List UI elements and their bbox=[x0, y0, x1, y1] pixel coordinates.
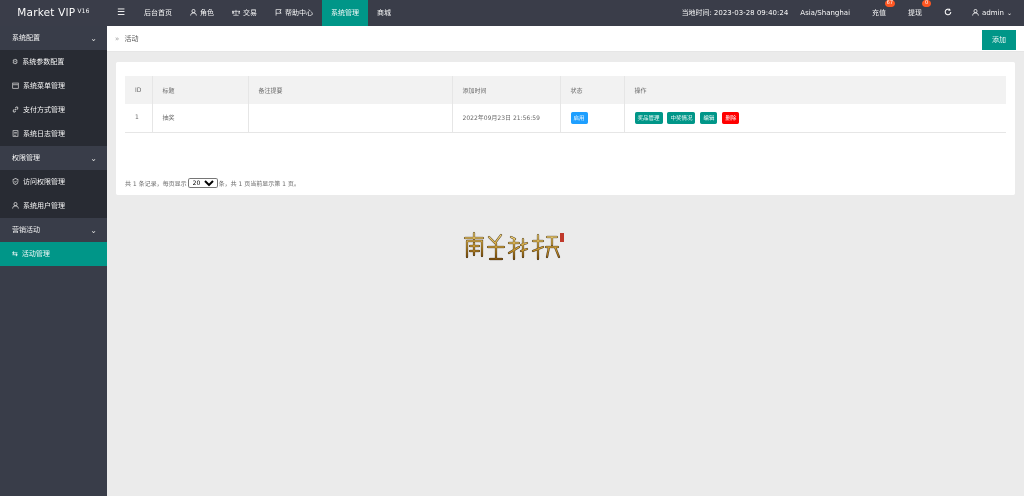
recharge-link[interactable]: 充值 67 bbox=[872, 0, 896, 18]
table-card: ID 标题 备注提要 添加时间 状态 操作 1 抽奖 2022年09月23日 2… bbox=[116, 62, 1015, 195]
column-header-remark[interactable]: 备注提要 bbox=[248, 76, 453, 104]
pager-suffix: 条，共 1 页当前显示第 1 页。 bbox=[218, 180, 300, 188]
time-label: 当地时间: bbox=[681, 9, 712, 17]
scale-icon bbox=[231, 9, 242, 18]
log-icon bbox=[12, 129, 19, 139]
cell-id: 1 bbox=[125, 104, 153, 133]
sidebar-item-log[interactable]: 系统日志管理 bbox=[0, 122, 107, 146]
per-page-select[interactable]: 20 bbox=[187, 178, 218, 188]
timezone: Asia/Shanghai bbox=[800, 9, 851, 17]
top-bar: Market VIP V16 ☰ 后台首页 角色 交易 帮助中心 系统管理 商城… bbox=[0, 0, 1024, 26]
calendar-icon bbox=[12, 82, 19, 91]
winning-records-button[interactable]: 中奖情况 bbox=[667, 111, 696, 124]
sidebar-item-activity[interactable]: ⇆ 活动管理 bbox=[0, 242, 107, 266]
breadcrumb: » 活动 bbox=[115, 34, 139, 44]
swap-icon: ⇆ bbox=[12, 250, 18, 258]
cell-title: 抽奖 bbox=[152, 104, 249, 133]
sidebar-item-label: 系统参数配置 bbox=[22, 58, 65, 66]
user-icon bbox=[12, 201, 19, 211]
page-header: » 活动 添加 bbox=[107, 26, 1024, 52]
chevron-down-icon: ⌄ bbox=[1006, 9, 1012, 17]
nav-system[interactable]: 系统管理 bbox=[322, 0, 368, 26]
nav-dashboard[interactable]: 后台首页 bbox=[135, 0, 181, 26]
sidebar-group-permission[interactable]: 权限管理 ⌄ bbox=[0, 146, 107, 170]
nav-help[interactable]: 帮助中心 bbox=[266, 0, 322, 26]
sidebar-item-users[interactable]: 系统用户管理 bbox=[0, 194, 107, 218]
column-header-time[interactable]: 添加时间 bbox=[452, 76, 561, 104]
sidebar-item-menu-manage[interactable]: 系统菜单管理 bbox=[0, 74, 107, 98]
withdraw-badge: 0 bbox=[922, 0, 932, 7]
chevron-down-icon: ⌄ bbox=[90, 225, 97, 235]
sidebar-group-label: 系统配置 bbox=[12, 34, 40, 42]
link-icon bbox=[12, 106, 19, 115]
top-right: 当地时间: 2023-03-28 09:40:24 Asia/Shanghai … bbox=[682, 0, 1024, 26]
nav-label: 角色 bbox=[200, 9, 214, 17]
sidebar-group-marketing[interactable]: 营销活动 ⌄ bbox=[0, 218, 107, 242]
recharge-badge: 67 bbox=[884, 0, 896, 7]
sidebar-item-access[interactable]: 访问权限管理 bbox=[0, 170, 107, 194]
recharge-label: 充值 bbox=[872, 9, 887, 17]
sidebar-item-label: 支付方式管理 bbox=[23, 106, 65, 114]
sidebar-item-label: 访问权限管理 bbox=[23, 178, 65, 186]
chevron-down-icon: ⌄ bbox=[90, 33, 97, 43]
sidebar-item-payment[interactable]: 支付方式管理 bbox=[0, 98, 107, 122]
table-header-row: ID 标题 备注提要 添加时间 状态 操作 bbox=[125, 76, 1006, 104]
column-header-status[interactable]: 状态 bbox=[560, 76, 625, 104]
nav-label: 商城 bbox=[377, 9, 391, 17]
status-toggle-button[interactable]: 启用 bbox=[570, 111, 588, 124]
breadcrumb-current: 活动 bbox=[124, 34, 139, 43]
sidebar-item-label: 系统用户管理 bbox=[23, 202, 65, 210]
nav-label: 交易 bbox=[243, 9, 257, 17]
column-header-actions[interactable]: 操作 bbox=[624, 76, 1006, 104]
user-name: admin bbox=[982, 9, 1004, 17]
chevron-down-icon: ⌄ bbox=[90, 153, 97, 163]
pager-prefix: 共 1 条记录，每页显示 bbox=[125, 180, 187, 188]
sidebar-item-label: 系统菜单管理 bbox=[23, 82, 65, 90]
app-logo: Market VIP V16 bbox=[0, 0, 107, 26]
watermark-logo bbox=[463, 231, 564, 261]
nav-mall[interactable]: 商城 bbox=[368, 0, 400, 26]
sidebar-group-label: 营销活动 bbox=[12, 226, 40, 234]
user-icon bbox=[972, 8, 979, 18]
top-nav: 后台首页 角色 交易 帮助中心 系统管理 商城 bbox=[135, 0, 400, 26]
withdraw-link[interactable]: 提现 0 bbox=[908, 0, 932, 18]
app-version: V16 bbox=[77, 7, 90, 15]
hamburger-icon[interactable]: ☰ bbox=[107, 0, 135, 26]
nav-label: 后台首页 bbox=[144, 9, 172, 17]
cell-remark bbox=[248, 104, 453, 133]
sidebar-item-param-config[interactable]: ⚙ 系统参数配置 bbox=[0, 50, 107, 74]
delete-button[interactable]: 删除 bbox=[722, 111, 740, 124]
cell-time: 2022年09月23日 21:56:59 bbox=[452, 104, 561, 133]
nav-label: 帮助中心 bbox=[285, 9, 313, 17]
gear-icon: ⚙ bbox=[12, 58, 19, 66]
edit-button[interactable]: 编辑 bbox=[700, 111, 718, 124]
table-row: 1 抽奖 2022年09月23日 21:56:59 启用 奖品管理 中奖情况 编… bbox=[125, 104, 1006, 133]
sidebar: 系统配置 ⌄ ⚙ 系统参数配置 系统菜单管理 支付方式管理 系统日志管理 权限管… bbox=[0, 26, 107, 496]
cell-actions: 奖品管理 中奖情况 编辑 删除 bbox=[624, 104, 1006, 133]
shield-icon bbox=[12, 177, 19, 187]
add-button[interactable]: 添加 bbox=[982, 30, 1016, 50]
withdraw-label: 提现 bbox=[908, 9, 923, 17]
flag-icon bbox=[275, 8, 282, 18]
activity-table: ID 标题 备注提要 添加时间 状态 操作 1 抽奖 2022年09月23日 2… bbox=[125, 76, 1006, 133]
refresh-icon[interactable] bbox=[944, 7, 952, 19]
user-icon bbox=[190, 8, 197, 18]
nav-trade[interactable]: 交易 bbox=[223, 0, 266, 26]
prize-manage-button[interactable]: 奖品管理 bbox=[634, 111, 663, 124]
nav-label: 系统管理 bbox=[331, 9, 359, 17]
sidebar-item-label: 系统日志管理 bbox=[23, 130, 65, 138]
time-value: 2023-03-28 09:40:24 bbox=[713, 9, 789, 17]
cell-status: 启用 bbox=[560, 104, 625, 133]
nav-roles[interactable]: 角色 bbox=[181, 0, 223, 26]
pagination: 共 1 条记录，每页显示 20 条，共 1 页当前显示第 1 页。 bbox=[125, 178, 300, 188]
sidebar-group-system-config[interactable]: 系统配置 ⌄ bbox=[0, 26, 107, 50]
user-menu[interactable]: admin ⌄ bbox=[972, 8, 1012, 18]
app-title: Market VIP bbox=[17, 7, 76, 19]
column-header-id[interactable]: ID bbox=[125, 76, 153, 104]
sidebar-group-label: 权限管理 bbox=[12, 154, 40, 162]
sidebar-item-label: 活动管理 bbox=[21, 250, 50, 258]
breadcrumb-separator: » bbox=[115, 34, 120, 43]
column-header-title[interactable]: 标题 bbox=[152, 76, 249, 104]
